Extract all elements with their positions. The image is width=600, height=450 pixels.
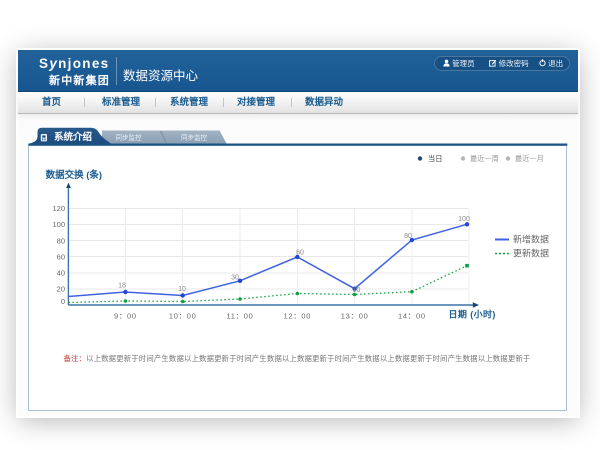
svg-text:最近一月: 最近一月 — [515, 154, 544, 163]
svg-text:11：00: 11：00 — [226, 312, 253, 321]
svg-text:9：00: 9：00 — [114, 312, 137, 321]
svg-text:13：00: 13：00 — [341, 312, 369, 321]
svg-text:40: 40 — [57, 269, 65, 278]
svg-text:100: 100 — [52, 220, 65, 229]
svg-text:10: 10 — [353, 287, 361, 294]
svg-text:新增数据: 新增数据 — [513, 234, 549, 245]
svg-text:18: 18 — [118, 282, 126, 289]
svg-text:120: 120 — [52, 204, 65, 213]
svg-text:最近一周: 最近一周 — [470, 154, 499, 163]
svg-text:20: 20 — [57, 285, 65, 294]
svg-text:30: 30 — [231, 275, 239, 282]
svg-text:数据交换 (条): 数据交换 (条) — [45, 169, 102, 181]
svg-text:10: 10 — [178, 286, 186, 293]
svg-text:更新数据: 更新数据 — [513, 248, 549, 259]
svg-text:60: 60 — [296, 250, 304, 257]
svg-text:当日: 当日 — [428, 154, 442, 163]
svg-text:0: 0 — [61, 297, 65, 306]
svg-text:60: 60 — [57, 253, 65, 262]
svg-text:日期 (小时): 日期 (小时) — [449, 309, 496, 320]
svg-text:80: 80 — [404, 233, 412, 240]
svg-text:100: 100 — [458, 216, 470, 223]
svg-text:10：00: 10：00 — [169, 312, 197, 321]
svg-text:80: 80 — [57, 237, 65, 246]
svg-text:备注：以上数据更新于时间产生数据以上数据更新于时间产生数据以: 备注：以上数据更新于时间产生数据以上数据更新于时间产生数据以上数据更新于时间产生… — [64, 354, 531, 363]
svg-text:12：00: 12：00 — [283, 312, 311, 321]
svg-text:14：00: 14：00 — [398, 312, 426, 321]
